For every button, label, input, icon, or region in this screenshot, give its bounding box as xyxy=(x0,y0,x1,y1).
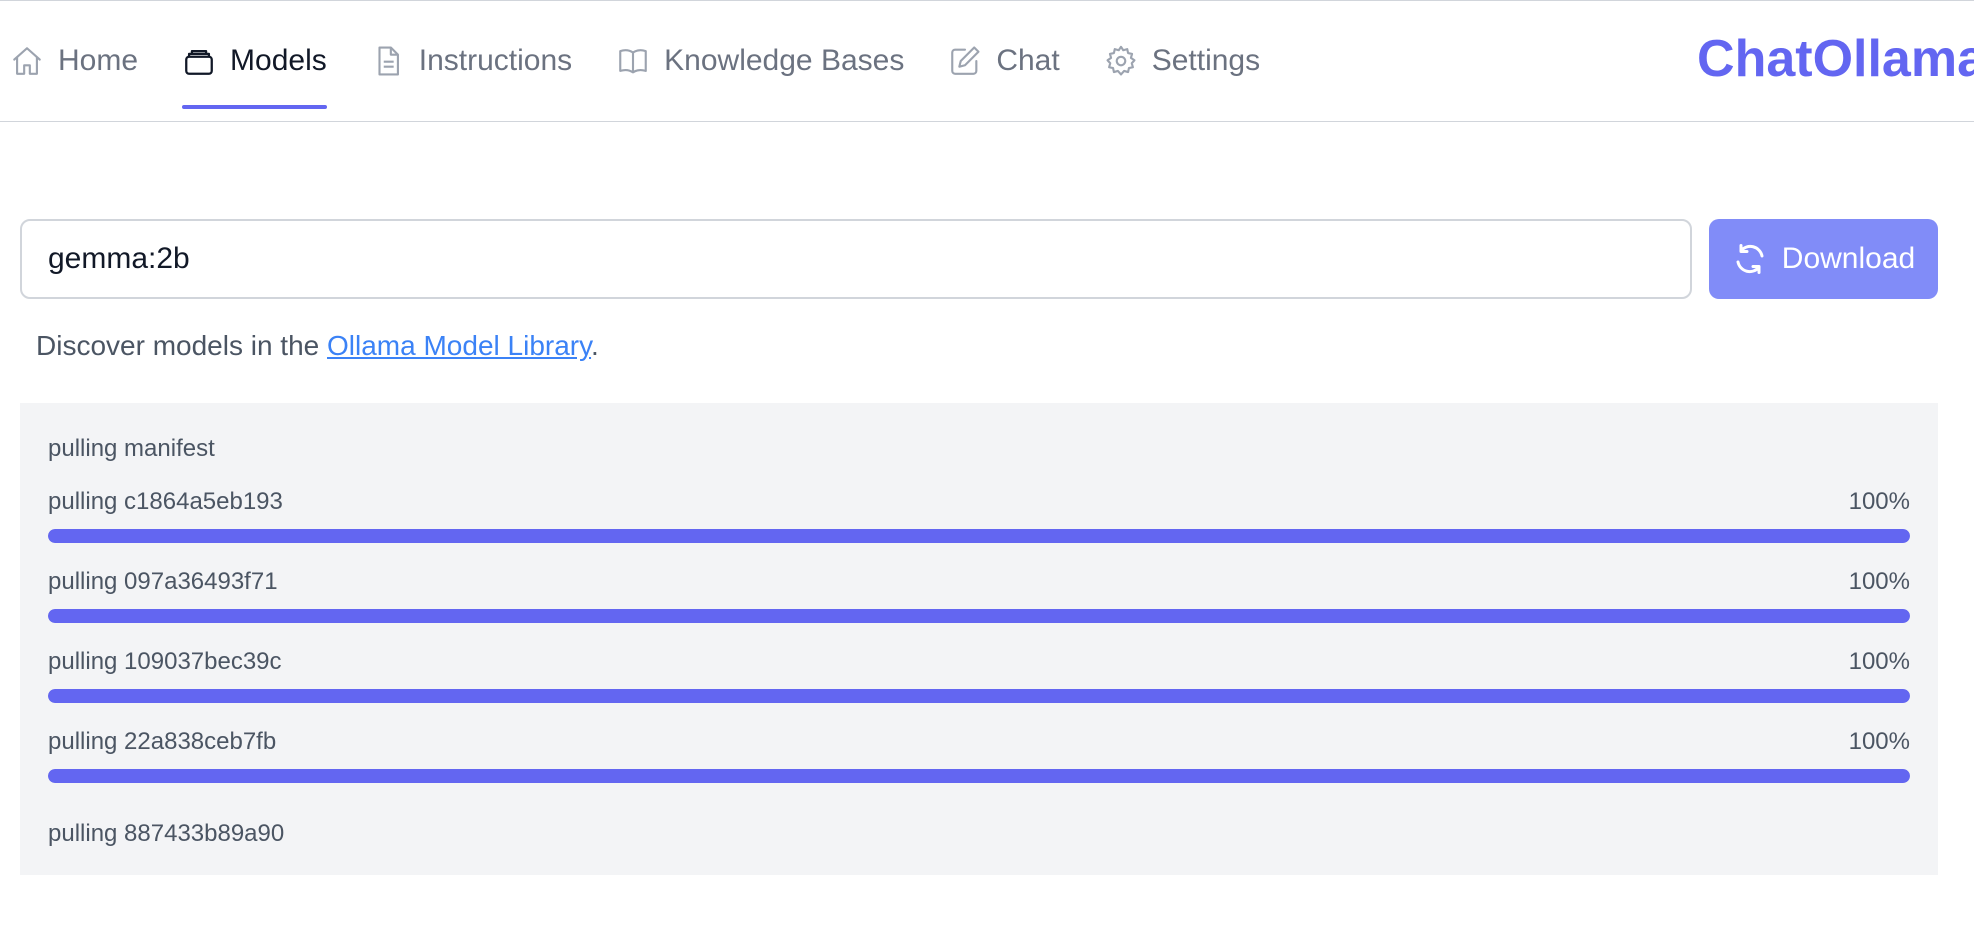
nav-label-settings: Settings xyxy=(1151,44,1261,77)
pencil-icon xyxy=(948,44,982,78)
progress-fill xyxy=(48,609,1910,623)
model-download-row: Download xyxy=(20,219,1938,299)
progress-label: pulling c1864a5eb193 xyxy=(48,488,283,515)
active-tab-indicator xyxy=(182,105,327,109)
refresh-icon xyxy=(1732,241,1768,277)
models-icon xyxy=(182,44,216,78)
nav-label-knowledge-bases: Knowledge Bases xyxy=(664,44,905,77)
brand-logo[interactable]: ChatOllama xyxy=(1697,29,1974,89)
discover-suffix: . xyxy=(591,330,599,361)
nav-item-settings[interactable]: Settings xyxy=(1082,1,1282,121)
nav-item-instructions[interactable]: Instructions xyxy=(349,1,594,121)
document-icon xyxy=(371,44,405,78)
progress-label: pulling 109037bec39c xyxy=(48,648,282,675)
progress-percent: 100% xyxy=(1848,488,1910,515)
pending-layer-status: pulling 887433b89a90 xyxy=(48,820,285,847)
progress-bar xyxy=(48,769,1910,783)
progress-bar xyxy=(48,609,1910,623)
progress-bar xyxy=(48,529,1910,543)
progress-fill xyxy=(48,689,1910,703)
progress-item: pulling c1864a5eb193 100% xyxy=(48,488,1910,558)
nav-label-models: Models xyxy=(230,44,327,77)
gear-icon xyxy=(1104,44,1138,78)
nav-item-chat[interactable]: Chat xyxy=(926,1,1081,121)
progress-item: pulling 097a36493f71 100% xyxy=(48,568,1910,638)
progress-label: pulling 22a838ceb7fb xyxy=(48,728,277,755)
progress-fill xyxy=(48,769,1910,783)
progress-percent: 100% xyxy=(1848,568,1910,595)
nav-label-chat: Chat xyxy=(996,44,1060,77)
download-button-label: Download xyxy=(1781,242,1916,275)
nav-label-home: Home xyxy=(58,44,139,77)
pull-progress-panel: pulling manifest pulling c1864a5eb193 10… xyxy=(20,403,1938,875)
discover-text: Discover models in the Ollama Model Libr… xyxy=(36,330,599,362)
progress-percent: 100% xyxy=(1848,648,1910,675)
nav-item-knowledge-bases[interactable]: Knowledge Bases xyxy=(594,1,926,121)
manifest-status: pulling manifest xyxy=(48,435,215,462)
progress-label: pulling 097a36493f71 xyxy=(48,568,278,595)
discover-prefix: Discover models in the xyxy=(36,330,328,361)
progress-percent: 100% xyxy=(1848,728,1910,755)
model-name-input[interactable] xyxy=(20,219,1692,299)
download-button[interactable]: Download xyxy=(1709,219,1938,299)
top-navigation-bar: Home Models Instructions Knowledge Bases xyxy=(0,0,1974,122)
nav-item-models[interactable]: Models xyxy=(160,1,349,121)
ollama-library-link[interactable]: Ollama Model Library xyxy=(327,330,591,361)
progress-fill xyxy=(48,529,1910,543)
progress-item: pulling 22a838ceb7fb 100% xyxy=(48,728,1910,798)
progress-item: pulling 109037bec39c 100% xyxy=(48,648,1910,718)
main-nav: Home Models Instructions Knowledge Bases xyxy=(0,1,1282,121)
book-icon xyxy=(616,44,650,78)
home-icon xyxy=(10,44,44,78)
progress-bar xyxy=(48,689,1910,703)
nav-item-home[interactable]: Home xyxy=(0,1,160,121)
nav-label-instructions: Instructions xyxy=(418,44,573,77)
